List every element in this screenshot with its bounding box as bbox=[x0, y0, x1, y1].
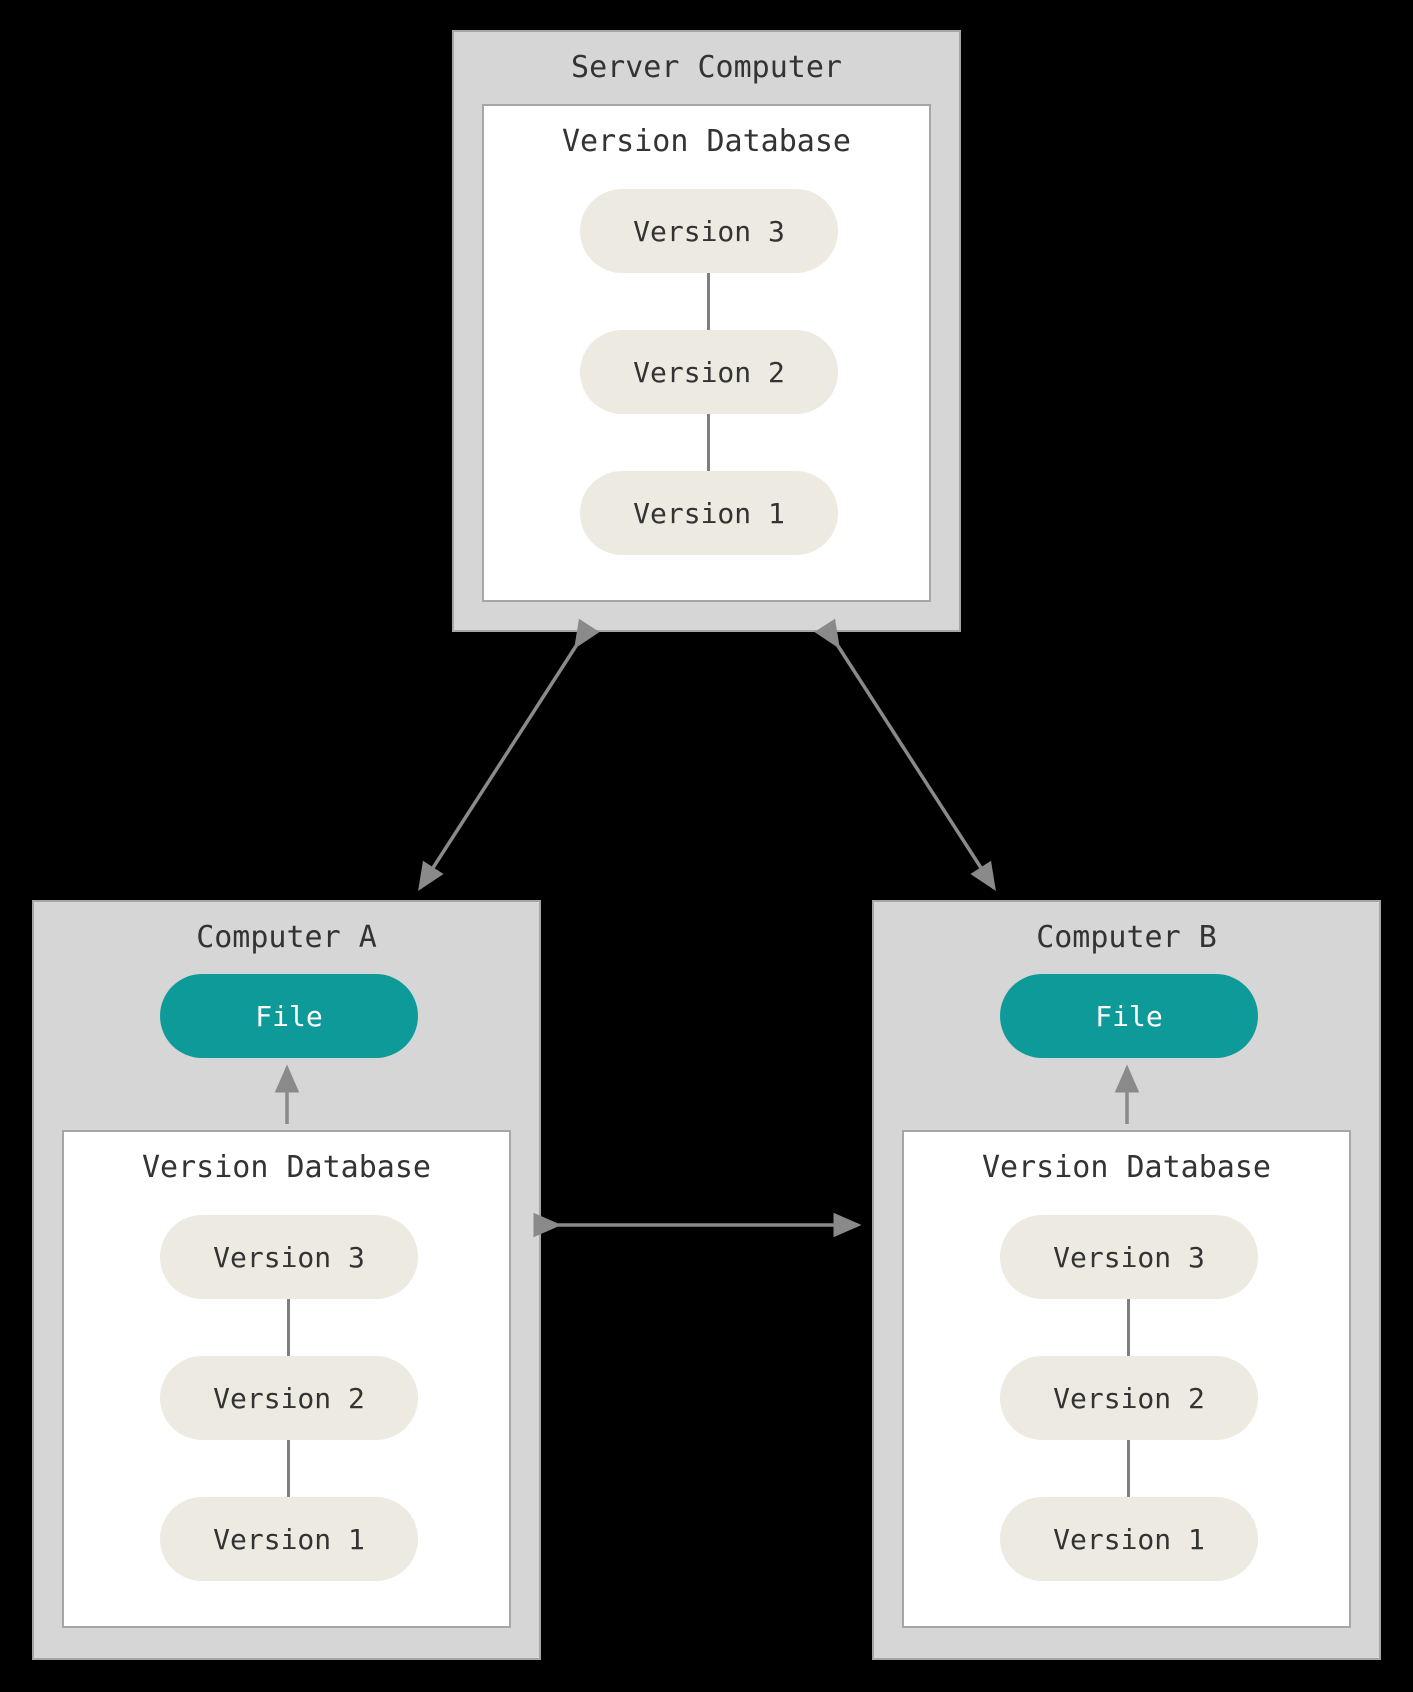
server-version-3: Version 3 bbox=[580, 189, 838, 273]
connector bbox=[707, 273, 710, 330]
arrow-server-to-a bbox=[420, 646, 576, 888]
connector bbox=[287, 1440, 290, 1497]
client-a-version-2: Version 2 bbox=[160, 1356, 418, 1440]
server-db-box: Version Database Version 3 Version 2 Ver… bbox=[482, 104, 931, 602]
client-b-file: File bbox=[1000, 974, 1258, 1058]
connector bbox=[287, 1299, 290, 1356]
client-a-title: Computer A bbox=[34, 902, 539, 969]
client-a-db-box: Version Database Version 3 Version 2 Ver… bbox=[62, 1130, 511, 1628]
client-b-title: Computer B bbox=[874, 902, 1379, 969]
client-b-db-title: Version Database bbox=[904, 1132, 1349, 1199]
server-title: Server Computer bbox=[454, 32, 959, 99]
server-version-2: Version 2 bbox=[580, 330, 838, 414]
connector bbox=[1127, 1440, 1130, 1497]
diagram-canvas: Server Computer Version Database Version… bbox=[0, 0, 1413, 1692]
client-a-version-1: Version 1 bbox=[160, 1497, 418, 1581]
client-a-node: Computer A File Version Database Version… bbox=[32, 900, 541, 1660]
client-b-version-2: Version 2 bbox=[1000, 1356, 1258, 1440]
server-db-title: Version Database bbox=[484, 106, 929, 173]
client-a-version-3: Version 3 bbox=[160, 1215, 418, 1299]
server-version-1: Version 1 bbox=[580, 471, 838, 555]
arrow-server-to-b bbox=[838, 646, 994, 888]
client-a-db-title: Version Database bbox=[64, 1132, 509, 1199]
connector bbox=[707, 414, 710, 471]
server-node: Server Computer Version Database Version… bbox=[452, 30, 961, 632]
client-b-db-box: Version Database Version 3 Version 2 Ver… bbox=[902, 1130, 1351, 1628]
client-b-node: Computer B File Version Database Version… bbox=[872, 900, 1381, 1660]
connector bbox=[1127, 1299, 1130, 1356]
client-a-file: File bbox=[160, 974, 418, 1058]
client-b-version-3: Version 3 bbox=[1000, 1215, 1258, 1299]
client-b-version-1: Version 1 bbox=[1000, 1497, 1258, 1581]
